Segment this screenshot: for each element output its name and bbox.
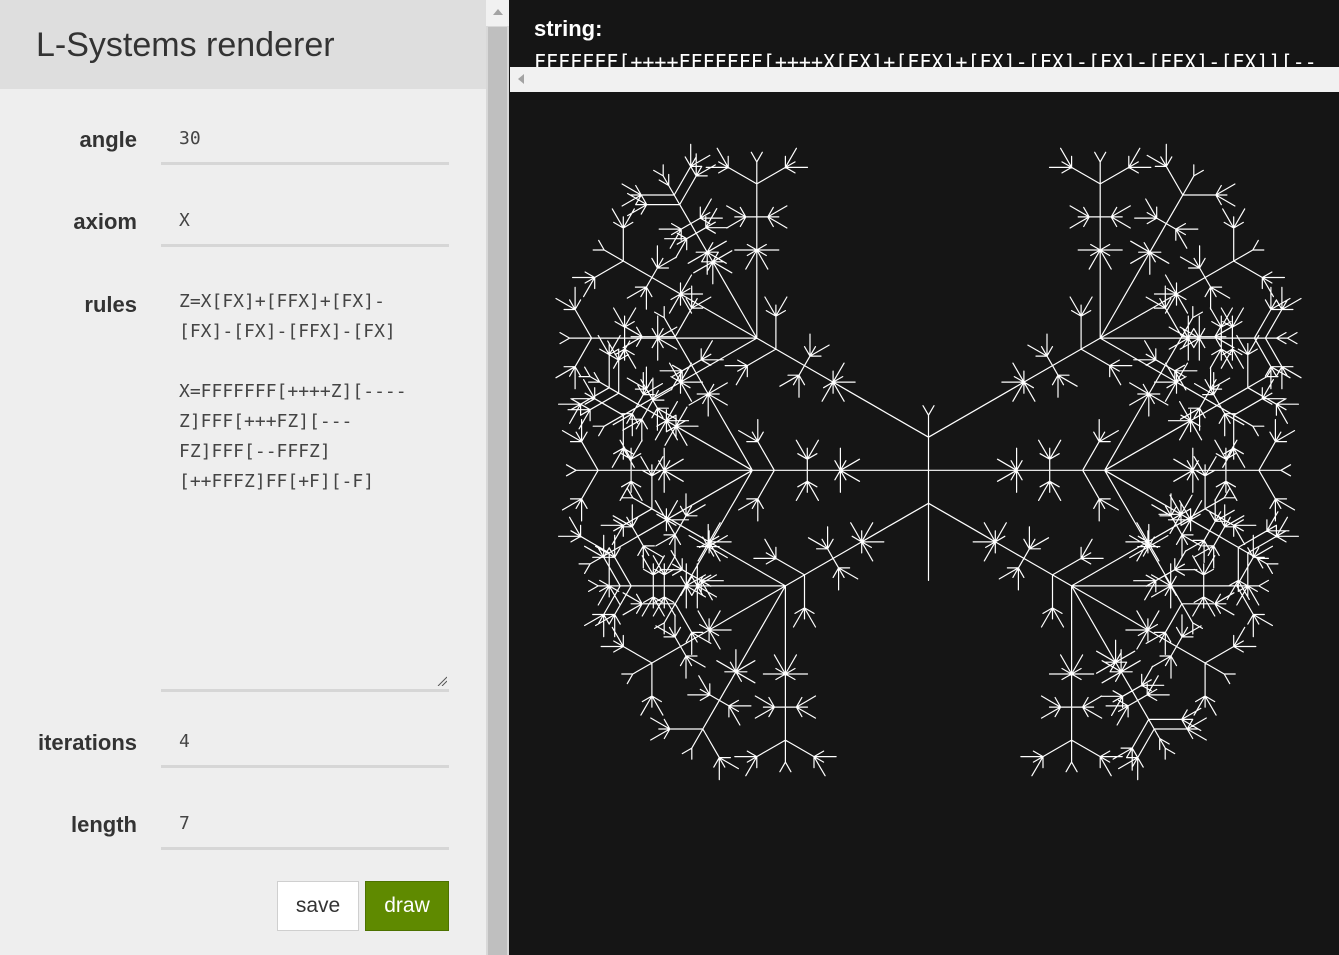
- title-bar: L-Systems renderer: [0, 0, 486, 89]
- scroll-left-arrow-icon[interactable]: [510, 67, 535, 92]
- length-value: 7: [179, 813, 190, 834]
- output-panel: string: FFFFFFF[++++FFFFFFF[++++X[FX]+[F…: [510, 0, 1339, 955]
- controls-panel: L-Systems renderer angle 30 axiom X rule…: [0, 0, 486, 955]
- rules-label: rules: [84, 292, 137, 317]
- resize-grip-icon[interactable]: [437, 676, 447, 686]
- length-label: length: [71, 812, 137, 837]
- draw-button[interactable]: draw: [365, 881, 449, 931]
- lsystem-canvas: [555, 143, 1302, 781]
- scrollbar-thumb[interactable]: [488, 27, 507, 955]
- scroll-up-arrow-icon[interactable]: [486, 0, 509, 26]
- rules-textarea[interactable]: Z=X[FX]+[FFX]+[FX]-[FX]-[FX]-[FFX]-[FX] …: [161, 287, 449, 692]
- length-field[interactable]: 7: [161, 807, 449, 850]
- vertical-scrollbar[interactable]: [486, 0, 509, 955]
- axiom-value: X: [179, 210, 190, 231]
- lsystem-path: [555, 143, 1302, 781]
- iterations-field[interactable]: 4: [161, 725, 449, 768]
- rules-value: Z=X[FX]+[FFX]+[FX]-[FX]-[FX]-[FFX]-[FX] …: [179, 291, 407, 492]
- string-label: string:: [534, 16, 603, 41]
- horizontal-scrollbar[interactable]: [510, 67, 1339, 92]
- axiom-field[interactable]: X: [161, 204, 449, 247]
- axiom-label: axiom: [73, 209, 137, 234]
- iterations-label: iterations: [37, 730, 137, 755]
- lsystem-drawing: [555, 143, 1302, 781]
- angle-value: 30: [179, 128, 201, 149]
- iterations-value: 4: [179, 731, 190, 752]
- save-button[interactable]: save: [277, 881, 359, 931]
- angle-field[interactable]: 30: [161, 122, 449, 165]
- page-title: L-Systems renderer: [36, 26, 335, 64]
- angle-label: angle: [79, 127, 137, 152]
